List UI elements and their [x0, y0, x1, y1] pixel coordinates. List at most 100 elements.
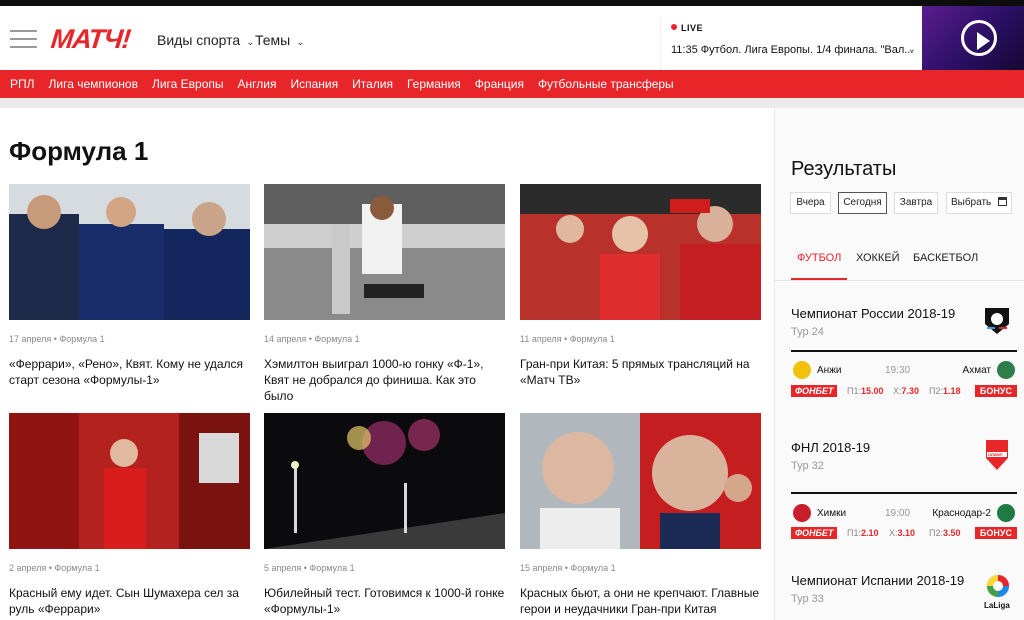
news-tag[interactable]: Формула 1 [59, 334, 104, 344]
odds-row[interactable]: ФОНБЕТ П1:15.00 Х:7.30 П2:1.18 БОНУС [791, 385, 1017, 399]
laliga-logo: LaLiga [983, 573, 1013, 613]
news-tag[interactable]: Формула 1 [570, 563, 615, 573]
news-title[interactable]: Красных бьют, а они не крепчают. Главные… [520, 585, 761, 617]
menu-icon[interactable] [10, 30, 37, 54]
news-date: 11 апреля [520, 334, 562, 344]
news-image[interactable] [264, 413, 505, 549]
news-card[interactable]: 11 апреля • Формула 1 Гран-при Китая: 5 … [520, 184, 761, 388]
news-card[interactable]: 17 апреля • Формула 1 «Феррари», «Рено»,… [9, 184, 250, 388]
bookmaker-badge[interactable]: ФОНБЕТ [791, 385, 838, 397]
news-image[interactable] [520, 413, 761, 549]
subnav-link-europa-league[interactable]: Лига Европы [152, 70, 224, 98]
news-card[interactable]: 15 апреля • Формула 1 Красных бьют, а он… [520, 413, 761, 617]
bonus-button[interactable]: БОНУС [974, 527, 1017, 539]
news-date: 15 апреля [520, 563, 563, 573]
home-team: Химки [817, 508, 847, 519]
news-title[interactable]: Юбилейный тест. Готовимся к 1000-й гонке… [264, 585, 505, 617]
news-meta: 15 апреля • Формула 1 [520, 563, 616, 573]
match-row[interactable]: Химки 19:00 Краснодар-2 [791, 504, 1017, 524]
subnav-link-champions-league[interactable]: Лига чемпионов [49, 70, 138, 98]
news-image[interactable] [9, 413, 250, 549]
subnav-link-england[interactable]: Англия [238, 70, 277, 98]
results-sidebar: Результаты Вчера Сегодня Завтра Выбрать … [774, 108, 1024, 620]
news-card[interactable]: 2 апреля • Формула 1 Красный ему идет. С… [9, 413, 250, 617]
day-tomorrow-button[interactable]: Завтра [894, 192, 938, 214]
tab-basketball[interactable]: БАСКЕТБОЛ [913, 252, 978, 264]
league-name[interactable]: Чемпионат Испании 2018-19 [791, 573, 964, 588]
day-yesterday-button[interactable]: Вчера [790, 192, 831, 214]
nav-topics-dropdown[interactable]: Темы ⌄ [255, 32, 305, 48]
league-round: Тур 24 [791, 326, 824, 338]
live-label: LIVE [681, 23, 704, 33]
match-time: 19:30 [885, 365, 911, 376]
odds-value: 7.30 [901, 386, 920, 396]
odds-label: П2: [929, 386, 943, 396]
odds-x: Х:3.10 [889, 528, 915, 538]
tab-football[interactable]: ФУТБОЛ [797, 252, 841, 264]
away-team: Ахмат [962, 365, 991, 376]
calendar-icon [998, 197, 1008, 206]
league-separator [791, 350, 1017, 352]
news-card[interactable]: 14 апреля • Формула 1 Хэмилтон выиграл 1… [264, 184, 505, 404]
news-date: 17 апреля [9, 334, 52, 344]
odds-p1: П1:15.00 [847, 386, 884, 396]
away-team: Краснодар-2 [932, 508, 991, 519]
news-date: 5 апреля [264, 563, 302, 573]
news-tag[interactable]: Формула 1 [309, 563, 354, 573]
nav-topics-label: Темы [255, 32, 291, 48]
news-tag[interactable]: Формула 1 [314, 334, 359, 344]
nav-sports-label: Виды спорта [157, 32, 241, 48]
live-ticker[interactable]: LIVE 11:35 Футбол. Лига Европы. 1/4 фина… [660, 18, 922, 70]
bonus-button[interactable]: БОНУС [974, 385, 1017, 397]
day-select-button[interactable]: Выбрать [946, 192, 1012, 214]
league-round: Тур 33 [791, 593, 824, 605]
subnav-link-rpl[interactable]: РПЛ [10, 70, 35, 98]
odds-p2: П2:3.50 [929, 528, 961, 538]
day-today-button[interactable]: Сегодня [838, 192, 887, 214]
subnav-link-germany[interactable]: Германия [407, 70, 461, 98]
match-row[interactable]: Анжи 19:30 Ахмат [791, 361, 1017, 381]
subnav-link-france[interactable]: Франция [475, 70, 524, 98]
play-icon [961, 20, 997, 56]
chevron-down-icon[interactable]: ⌄ [908, 44, 916, 55]
team-crest-icon [793, 361, 811, 379]
news-card[interactable]: 5 апреля • Формула 1 Юбилейный тест. Гот… [264, 413, 505, 617]
news-title[interactable]: Хэмилтон выиграл 1000-ю гонку «Ф-1», Квя… [264, 356, 505, 404]
news-image[interactable] [520, 184, 761, 320]
odds-row[interactable]: ФОНБЕТ П1:2.10 Х:3.10 П2:3.50 БОНУС [791, 527, 1017, 541]
news-title[interactable]: «Феррари», «Рено», Квят. Кому не удался … [9, 356, 250, 388]
odds-value: 15.00 [860, 386, 884, 396]
news-tag[interactable]: Формула 1 [54, 563, 99, 573]
site-logo[interactable]: МАТЧ! [49, 24, 131, 55]
nav-sports-dropdown[interactable]: Виды спорта ⌄ [157, 32, 255, 48]
league-name[interactable]: ФНЛ 2018-19 [791, 440, 870, 455]
section-divider [0, 98, 1024, 108]
live-play-tile[interactable] [922, 6, 1024, 70]
tab-hockey[interactable]: ХОККЕЙ [856, 252, 900, 264]
news-tag[interactable]: Формула 1 [570, 334, 615, 344]
odds-label: Х: [893, 386, 902, 396]
news-title[interactable]: Красный ему идет. Сын Шумахера сел за ру… [9, 585, 250, 617]
match-time: 19:00 [885, 508, 911, 519]
team-crest-icon [997, 504, 1015, 522]
league-name[interactable]: Чемпионат России 2018-19 [791, 306, 955, 321]
news-meta: 5 апреля • Формула 1 [264, 563, 355, 573]
subnav-link-spain[interactable]: Испания [290, 70, 338, 98]
news-meta: 17 апреля • Формула 1 [9, 334, 105, 344]
news-image[interactable] [9, 184, 250, 320]
subnav-link-transfers[interactable]: Футбольные трансферы [538, 70, 674, 98]
odds-value: 1.18 [942, 386, 961, 396]
live-dot-icon [671, 24, 677, 30]
live-badge: LIVE [671, 23, 703, 33]
news-date: 2 апреля [9, 563, 47, 573]
subnav-link-italy[interactable]: Италия [352, 70, 393, 98]
news-meta: 14 апреля • Формула 1 [264, 334, 360, 344]
news-image[interactable] [264, 184, 505, 320]
bookmaker-badge[interactable]: ФОНБЕТ [791, 527, 838, 539]
news-title[interactable]: Гран-при Китая: 5 прямых трансляций на «… [520, 356, 761, 388]
odds-label: Х: [889, 528, 898, 538]
fnl-logo: ОЛИМП [983, 438, 1011, 470]
odds-p2: П2:1.18 [929, 386, 961, 396]
team-crest-icon [793, 504, 811, 522]
rpl-logo [983, 306, 1011, 336]
